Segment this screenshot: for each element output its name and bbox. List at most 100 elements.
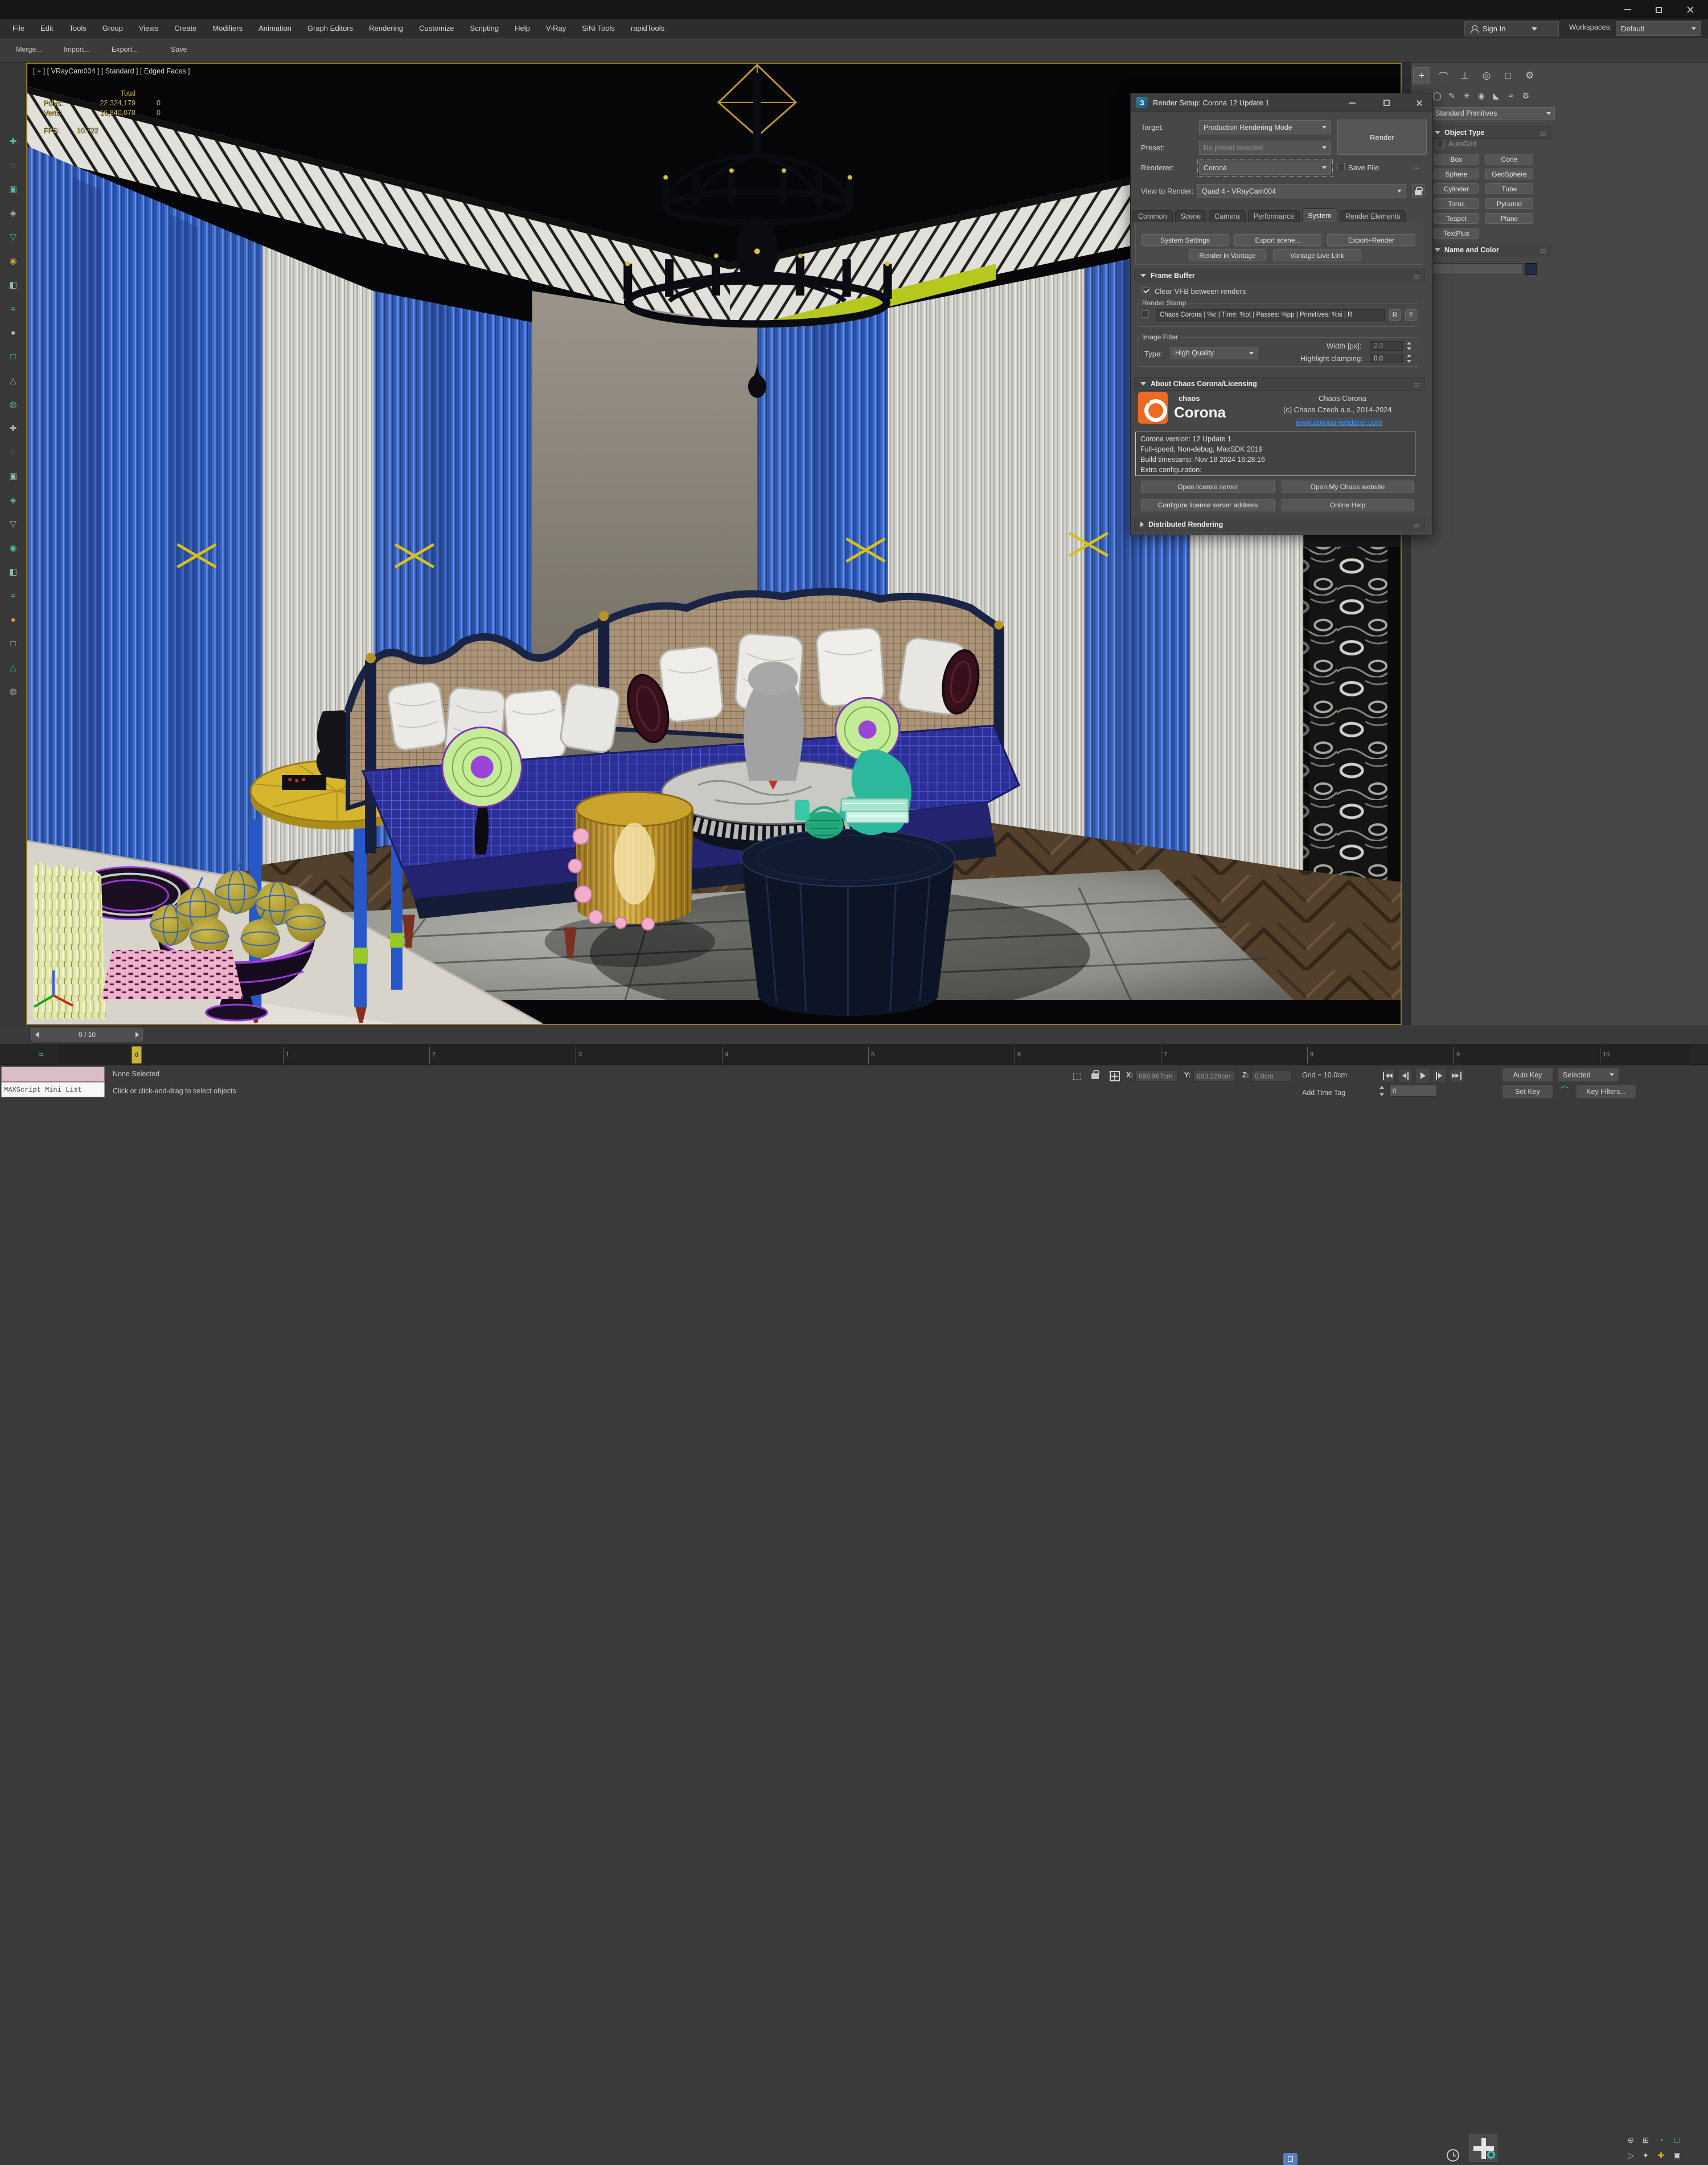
system-page-button[interactable]: Export+Render: [1327, 234, 1415, 246]
menu-item[interactable]: Animation: [251, 19, 299, 38]
save-button[interactable]: Save: [171, 46, 187, 54]
menu-item[interactable]: Views: [131, 19, 166, 38]
key-filters-button[interactable]: Key Filters...: [1576, 1084, 1636, 1098]
left-tool-icon[interactable]: □: [5, 635, 21, 651]
primitive-button[interactable]: TextPlus: [1434, 228, 1479, 239]
time-configuration-icon[interactable]: [1447, 2149, 1459, 2162]
system-page-button[interactable]: Render in Vantage: [1189, 249, 1266, 261]
menu-item[interactable]: Edit: [32, 19, 61, 38]
left-tool-icon[interactable]: ◉: [5, 540, 21, 556]
license-button[interactable]: Open My Chaos website: [1282, 481, 1414, 493]
selection-region-icon[interactable]: [1070, 1070, 1084, 1082]
key-mode-icon[interactable]: ⌒: [1558, 1084, 1571, 1097]
menu-item[interactable]: Tools: [61, 19, 94, 38]
render-stamp-field[interactable]: Chaos Corona | %c | Time: %pt | Passes: …: [1156, 309, 1385, 321]
menu-item[interactable]: rapidTools: [623, 19, 672, 38]
viewport-label[interactable]: [ + ] [ VRayCam004 ] [ Standard ] [ Edge…: [33, 67, 190, 75]
render-stamp-checkbox[interactable]: [1142, 310, 1149, 318]
menu-item[interactable]: Graph Editors: [299, 19, 361, 38]
gray-statue[interactable]: [744, 662, 803, 790]
previous-frame-arrow[interactable]: [35, 1032, 39, 1038]
next-frame-button[interactable]: [1432, 1069, 1446, 1082]
left-tool-icon[interactable]: △: [5, 372, 21, 388]
render-dialog-tab[interactable]: Performance: [1248, 210, 1300, 222]
about-corona-rollout[interactable]: About Chaos Corona/Licensing: [1134, 377, 1424, 391]
primitive-button[interactable]: Sphere: [1434, 169, 1479, 179]
filter-type-dropdown[interactable]: High Quality: [1171, 347, 1258, 359]
pink-tray[interactable]: [101, 950, 244, 999]
scene-coffee-table[interactable]: [741, 830, 955, 1016]
save-file-more-button[interactable]: ...: [1413, 162, 1419, 170]
render-stamp-r-button[interactable]: R: [1389, 309, 1401, 321]
go-to-start-button[interactable]: [1381, 1069, 1395, 1082]
left-tool-icon[interactable]: ≈: [5, 301, 21, 317]
left-tool-icon[interactable]: ◉: [5, 253, 21, 269]
object-color-swatch[interactable]: [1525, 263, 1537, 275]
dialog-close-button[interactable]: [1411, 97, 1428, 109]
y-coordinate-field[interactable]: 683.229cm: [1193, 1070, 1235, 1082]
render-dialog-tab[interactable]: Camera: [1209, 210, 1245, 222]
menu-item[interactable]: Create: [166, 19, 204, 38]
render-button[interactable]: Render: [1337, 120, 1427, 155]
system-page-button[interactable]: System Settings: [1141, 234, 1229, 246]
wireframe-vase[interactable]: [33, 862, 106, 1019]
time-slider-handle[interactable]: 0: [132, 1046, 142, 1064]
merge-button[interactable]: Merge...: [16, 46, 42, 54]
render-dialog-tab[interactable]: Scene: [1175, 210, 1206, 222]
left-tool-icon[interactable]: ≈: [5, 588, 21, 604]
lights-category-icon[interactable]: ☀: [1460, 89, 1473, 102]
field-of-view-icon[interactable]: ▷: [1624, 2148, 1638, 2162]
maximize-viewport-icon[interactable]: ▣: [1670, 2148, 1684, 2162]
frame-spinner[interactable]: [1378, 1085, 1385, 1097]
play-button[interactable]: [1415, 1068, 1430, 1084]
left-tool-icon[interactable]: ▽: [5, 229, 21, 245]
zoom-region-icon[interactable]: □: [1670, 2133, 1684, 2147]
primitive-button[interactable]: GeoSphere: [1485, 169, 1533, 179]
primitive-button[interactable]: Teapot: [1434, 213, 1479, 224]
cameras-category-icon[interactable]: ◉: [1475, 89, 1488, 102]
left-tool-icon[interactable]: □: [5, 348, 21, 364]
window-maximize-button[interactable]: [1649, 5, 1668, 15]
left-tool-icon[interactable]: ◌: [5, 157, 21, 173]
scene-gold-drum[interactable]: [568, 792, 693, 930]
utilities-tab[interactable]: ⚙: [1521, 67, 1538, 84]
go-to-end-button[interactable]: [1450, 1069, 1463, 1082]
frame-buffer-rollout[interactable]: Frame Buffer: [1134, 269, 1424, 282]
modify-tab[interactable]: ⌒: [1435, 67, 1452, 84]
next-frame-arrow[interactable]: [136, 1032, 139, 1038]
left-tool-icon[interactable]: ◍: [5, 396, 21, 412]
frame-indicator[interactable]: 0 / 10: [31, 1028, 143, 1042]
filter-width-spinner[interactable]: [1405, 341, 1413, 351]
primitive-button[interactable]: Box: [1434, 154, 1479, 165]
target-dropdown[interactable]: Production Rendering Mode: [1199, 120, 1331, 134]
autogrid-checkbox[interactable]: [1436, 141, 1444, 148]
highlight-clamping-field[interactable]: 0.0: [1370, 354, 1403, 363]
blue-curtain-1[interactable]: [27, 146, 262, 956]
display-tab[interactable]: □: [1500, 67, 1517, 84]
menu-item[interactable]: Modifiers: [204, 19, 251, 38]
walk-through-icon[interactable]: ✦: [1639, 2148, 1653, 2162]
left-tool-icon[interactable]: ▣: [5, 468, 21, 484]
left-tool-icon[interactable]: ◧: [5, 277, 21, 293]
left-tool-icon[interactable]: ◍: [5, 683, 21, 699]
left-tool-icon[interactable]: ✚: [5, 133, 21, 149]
distributed-rendering-rollout[interactable]: Distributed Rendering: [1134, 518, 1424, 531]
preset-dropdown[interactable]: No preset selected: [1199, 141, 1331, 155]
menu-item[interactable]: File: [5, 19, 32, 38]
left-tool-icon[interactable]: ✚: [5, 420, 21, 436]
license-button[interactable]: Configure license server address: [1141, 499, 1275, 511]
helpers-category-icon[interactable]: ◣: [1489, 89, 1503, 102]
menu-item[interactable]: Scripting: [462, 19, 507, 38]
save-file-checkbox[interactable]: [1337, 163, 1345, 170]
left-tool-icon[interactable]: ◈: [5, 492, 21, 508]
left-tool-icon[interactable]: ▽: [5, 516, 21, 532]
pan-icon[interactable]: ✚: [1654, 2148, 1668, 2162]
zoom-extents-icon[interactable]: ◔: [1654, 2133, 1668, 2147]
system-page-button[interactable]: Vantage Live Link: [1273, 249, 1361, 261]
x-coordinate-field[interactable]: 698.967cm: [1135, 1070, 1177, 1082]
menu-item[interactable]: Group: [95, 19, 131, 38]
system-page-button[interactable]: Export scene...: [1234, 234, 1321, 246]
render-dialog-tab[interactable]: Common: [1132, 210, 1173, 222]
left-tool-icon[interactable]: ●: [5, 612, 21, 628]
license-button[interactable]: Open license server: [1141, 481, 1275, 493]
